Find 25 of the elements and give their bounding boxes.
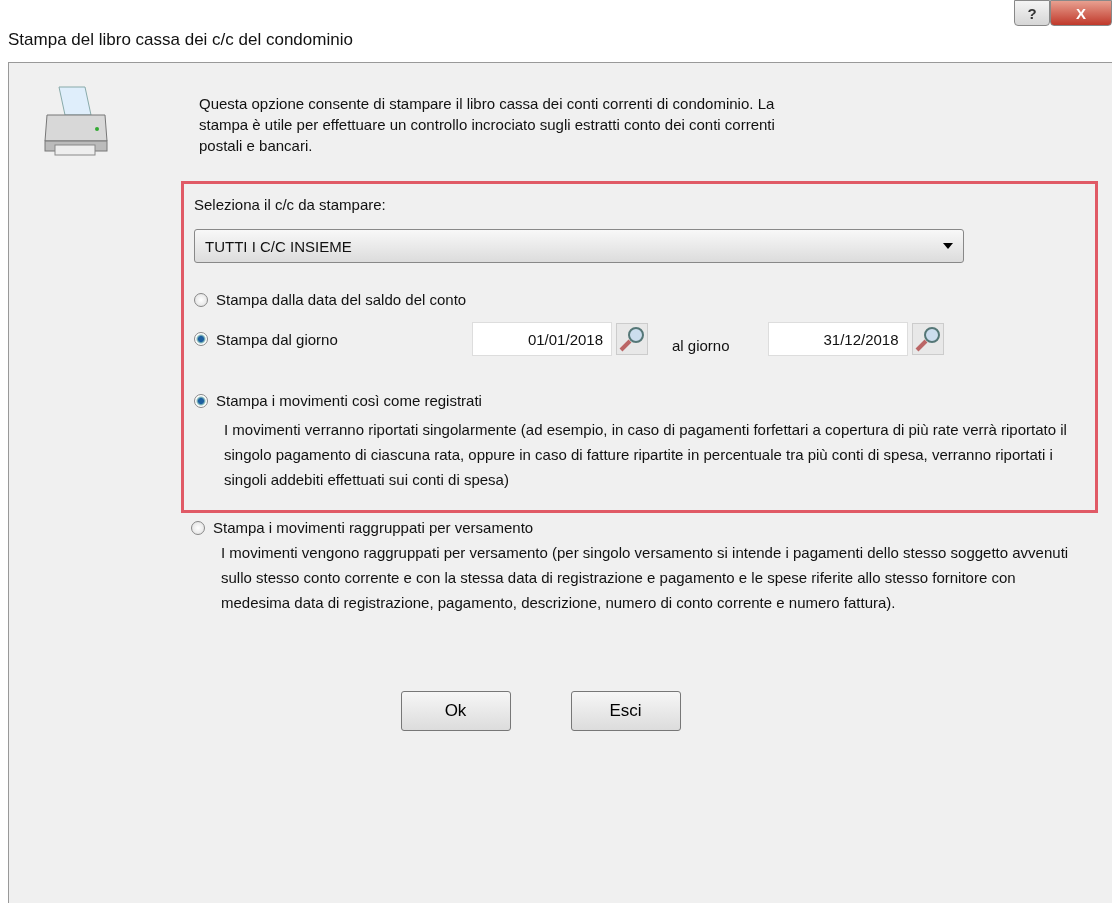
radio-label[interactable]: Stampa i movimenti raggruppati per versamento bbox=[213, 519, 534, 536]
radio-button[interactable] bbox=[194, 332, 208, 346]
help-button[interactable]: ? bbox=[1014, 0, 1050, 26]
radio-label[interactable]: Stampa dalla data del saldo del conto bbox=[216, 291, 467, 308]
radio-label[interactable]: Stampa dal giorno bbox=[216, 330, 464, 348]
option-description: I movimenti vengono raggruppati per versamento (per singolo versamento si intende i pagamenti dello stesso soggetto avvenuti sullo stesso conto corrente e con la stessa data di registrazione e pagamento e le spese riferite allo stesso fornitore con medesima data di registrazione, pagamento, descrizione, numero di conto corrente e numero fattura). bbox=[221, 543, 1070, 613]
date-field[interactable]: 31/12/2018 bbox=[767, 322, 908, 356]
option-description: I movimenti verranno riportati singolarmente (ad esempio, in caso di pagamenti forfettari a copertura di più rate verrà riportato il singolo pagamento di ciascuna rata, oppure in caso di fatture ripartite in percentuale tra più conti di spesa, verranno riportati i singoli addebiti effettuati sui conti di spesa) bbox=[224, 420, 1068, 490]
to-date-label: al giorno bbox=[672, 336, 730, 354]
radio-button[interactable] bbox=[194, 393, 208, 408]
magnifier-icon[interactable] bbox=[616, 323, 648, 355]
printer-icon bbox=[41, 85, 111, 157]
intro-text: Questa opzione consente di stampare il libro cassa dei conti correnti di condominio. La stampa è utile per effettuare un controllo incrociato sugli estratti conto dei conti correnti postali e bancari. bbox=[199, 94, 776, 156]
dialog-button[interactable]: Ok bbox=[400, 691, 511, 731]
close-button[interactable]: X bbox=[1050, 0, 1112, 26]
radio-button[interactable] bbox=[191, 520, 205, 535]
window-title: Stampa del libro cassa dei c/c del condominio bbox=[8, 30, 353, 50]
account-label: Seleziona il c/c da stampare: bbox=[194, 196, 387, 213]
dialog-button[interactable]: Esci bbox=[570, 691, 681, 731]
account-dropdown[interactable]: TUTTI I C/C INSIEME bbox=[194, 229, 964, 263]
radio-label[interactable]: Stampa i movimenti così come registrati bbox=[216, 392, 482, 409]
magnifier-icon[interactable] bbox=[911, 323, 944, 355]
dropdown-arrow-icon bbox=[943, 243, 953, 249]
date-field[interactable]: 01/01/2018 bbox=[472, 322, 612, 356]
radio-button[interactable] bbox=[194, 292, 208, 307]
